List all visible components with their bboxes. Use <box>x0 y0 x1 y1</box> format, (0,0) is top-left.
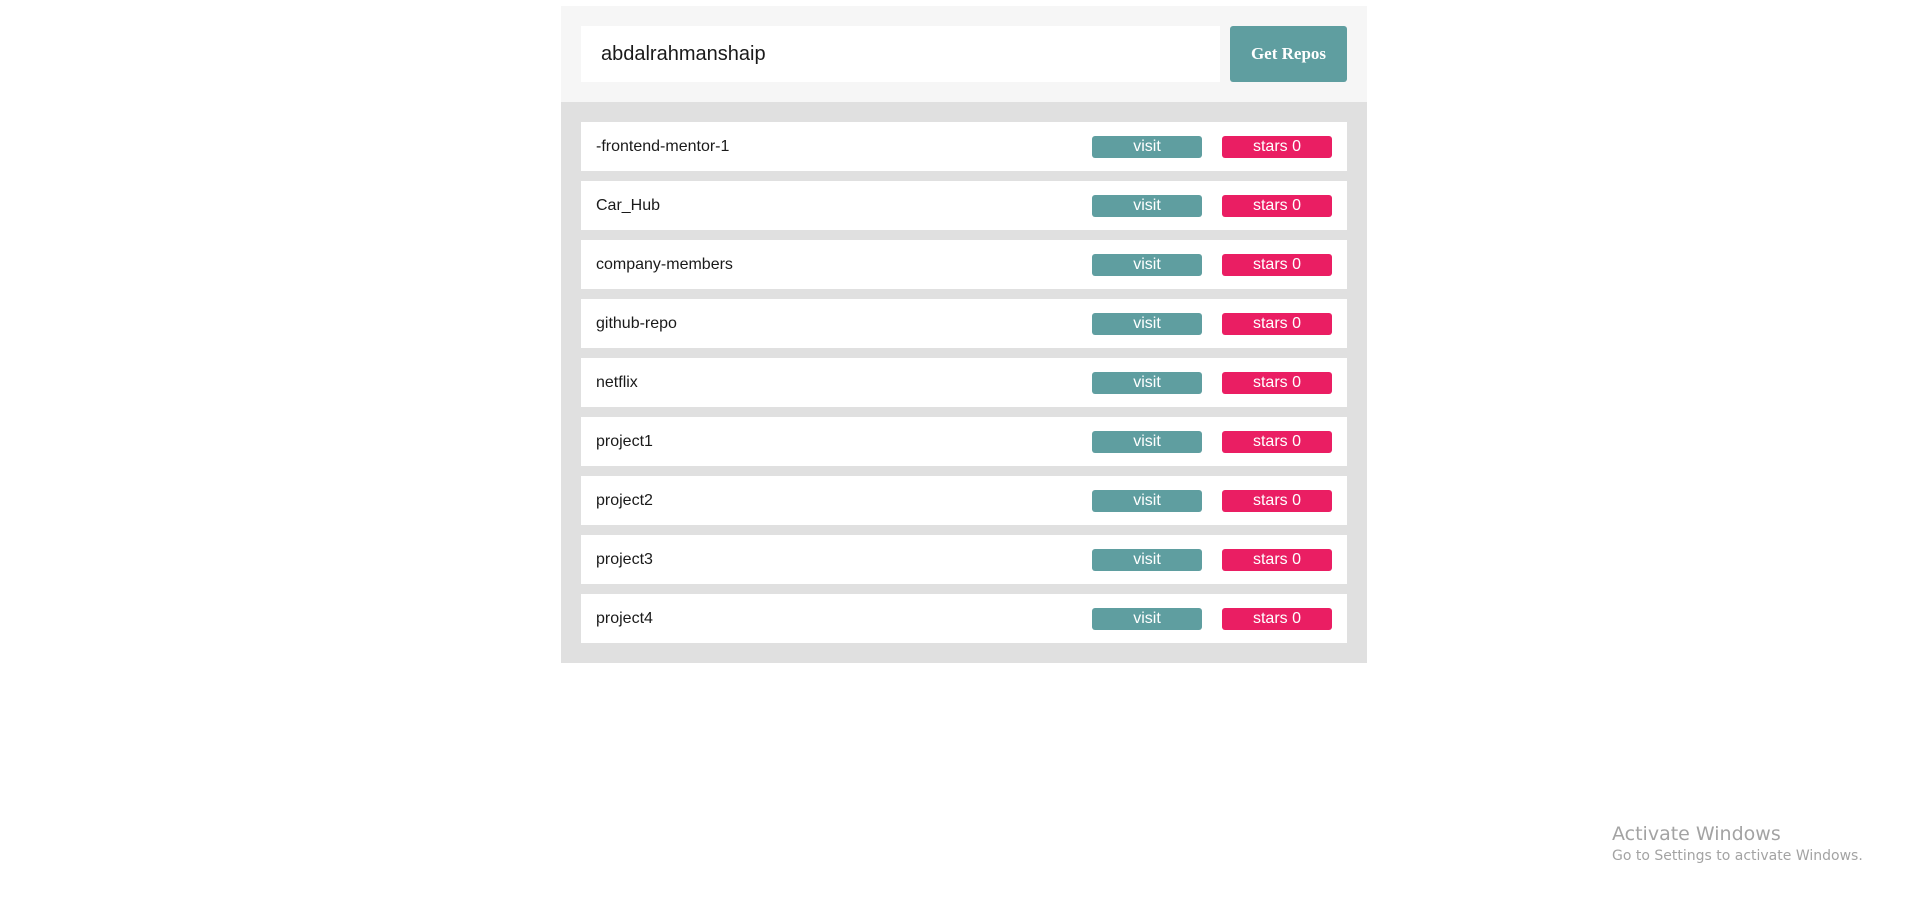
stars-badge: stars 0 <box>1222 312 1332 335</box>
watermark-title: Activate Windows <box>1612 823 1781 845</box>
visit-button[interactable]: visit <box>1092 607 1202 630</box>
repo-row: -frontend-mentor-1 visit stars 0 <box>581 122 1347 171</box>
repo-name: project2 <box>596 491 653 509</box>
repo-name: -frontend-mentor-1 <box>596 137 730 155</box>
search-bar: Get Repos <box>561 6 1367 102</box>
repo-name: Car_Hub <box>596 196 661 214</box>
activate-windows-watermark: Activate Windows Go to Settings to activ… <box>1612 822 1863 866</box>
get-repos-button[interactable]: Get Repos <box>1230 26 1347 82</box>
visit-button[interactable]: visit <box>1092 253 1202 276</box>
repo-list: -frontend-mentor-1 visit stars 0 Car_Hub… <box>561 102 1367 663</box>
visit-button[interactable]: visit <box>1092 548 1202 571</box>
repo-row: project4 visit stars 0 <box>581 594 1347 643</box>
stars-badge: stars 0 <box>1222 430 1332 453</box>
repo-row: project1 visit stars 0 <box>581 417 1347 466</box>
stars-badge: stars 0 <box>1222 371 1332 394</box>
repo-name: project3 <box>596 550 653 568</box>
stars-badge: stars 0 <box>1222 135 1332 158</box>
repo-row: company-members visit stars 0 <box>581 240 1347 289</box>
stars-badge: stars 0 <box>1222 253 1332 276</box>
repo-name: github-repo <box>596 314 677 332</box>
repo-app: Get Repos -frontend-mentor-1 visit stars… <box>561 6 1367 663</box>
watermark-subtitle: Go to Settings to activate Windows. <box>1612 848 1863 864</box>
repo-row: netflix visit stars 0 <box>581 358 1347 407</box>
visit-button[interactable]: visit <box>1092 430 1202 453</box>
repo-row: project2 visit stars 0 <box>581 476 1347 525</box>
stars-badge: stars 0 <box>1222 548 1332 571</box>
repo-name: netflix <box>596 373 638 391</box>
stars-badge: stars 0 <box>1222 194 1332 217</box>
visit-button[interactable]: visit <box>1092 135 1202 158</box>
repo-name: project4 <box>596 609 653 627</box>
repo-row: Car_Hub visit stars 0 <box>581 181 1347 230</box>
visit-button[interactable]: visit <box>1092 194 1202 217</box>
stars-badge: stars 0 <box>1222 607 1332 630</box>
visit-button[interactable]: visit <box>1092 489 1202 512</box>
stars-badge: stars 0 <box>1222 489 1332 512</box>
repo-row: project3 visit stars 0 <box>581 535 1347 584</box>
visit-button[interactable]: visit <box>1092 312 1202 335</box>
visit-button[interactable]: visit <box>1092 371 1202 394</box>
repo-row: github-repo visit stars 0 <box>581 299 1347 348</box>
repo-name: company-members <box>596 255 733 273</box>
username-input[interactable] <box>581 26 1220 82</box>
repo-name: project1 <box>596 432 653 450</box>
